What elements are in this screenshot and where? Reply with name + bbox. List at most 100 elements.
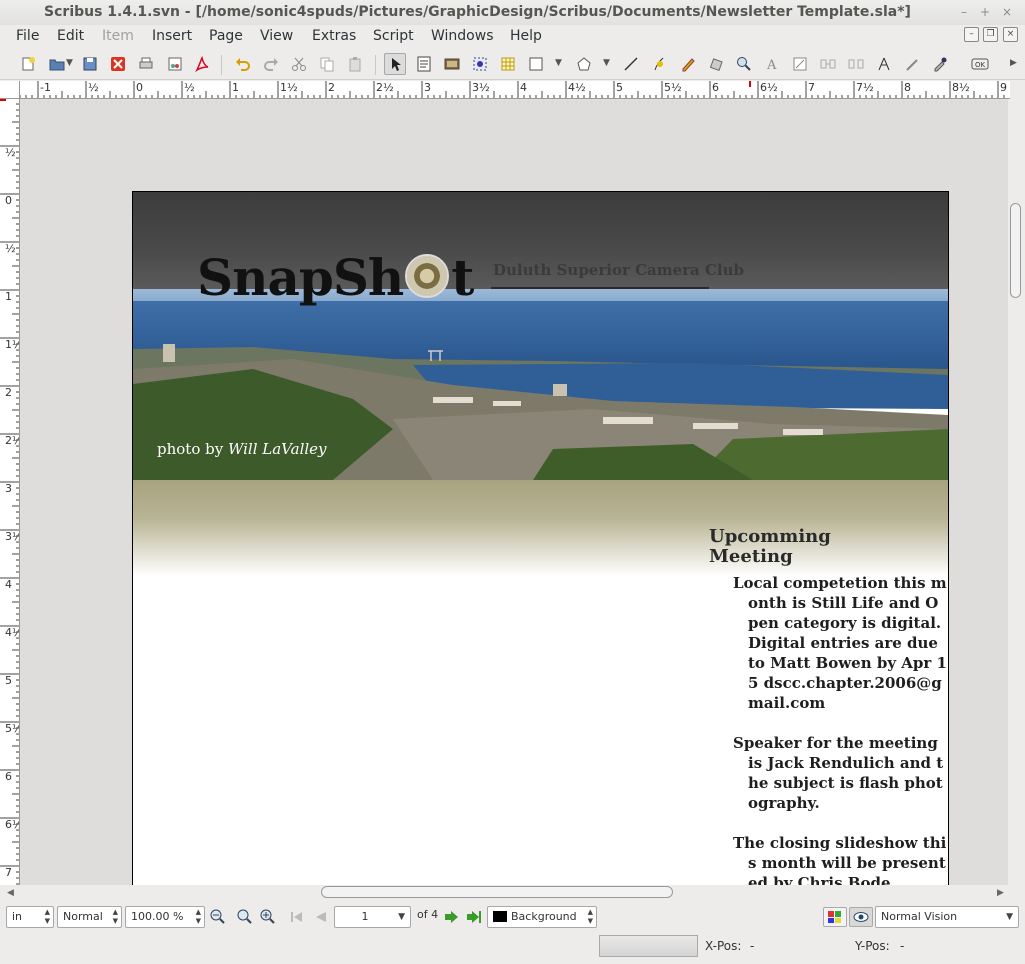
logo-text-start: SnapSh xyxy=(197,248,404,307)
story-editor-icon[interactable] xyxy=(789,53,811,75)
measure-icon[interactable] xyxy=(873,53,895,75)
ruler-label: 4½ xyxy=(5,626,19,639)
zoom-out-icon[interactable] xyxy=(209,907,229,927)
document-canvas[interactable]: SnapSh t Duluth Superior Camera Club phot… xyxy=(20,99,1008,885)
open-document-icon[interactable] xyxy=(46,53,68,75)
newsletter-logo: SnapSh t xyxy=(197,248,474,307)
unlink-frames-icon[interactable] xyxy=(845,53,867,75)
previous-page-icon[interactable] xyxy=(311,907,331,927)
ruler-label: 4 xyxy=(520,81,527,94)
sidebar-text-frame[interactable]: Local competetion this month is Still Li… xyxy=(733,573,948,885)
menu-script[interactable]: Script xyxy=(373,28,414,44)
doc-minimize-icon[interactable]: – xyxy=(964,27,979,42)
vision-mode-value: Normal Vision xyxy=(881,910,958,923)
text-frame-icon[interactable] xyxy=(413,53,435,75)
xpos-label: X-Pos: xyxy=(705,939,742,953)
horizontal-scroll-thumb[interactable] xyxy=(321,886,673,898)
render-frame-icon[interactable] xyxy=(469,53,491,75)
image-frame-icon[interactable] xyxy=(441,53,463,75)
toolbar-more-arrow-icon[interactable]: ▶ xyxy=(1010,58,1017,68)
select-tool-icon[interactable] xyxy=(384,53,406,75)
polygon-icon[interactable] xyxy=(573,53,595,75)
menu-bar: File Edit Item Insert Page View Extras S… xyxy=(0,25,1025,47)
freehand-icon[interactable] xyxy=(677,53,699,75)
sidebar-title[interactable]: Upcomming Meeting xyxy=(709,527,831,567)
link-frames-icon[interactable] xyxy=(817,53,839,75)
ruler-label: ½ xyxy=(5,242,16,255)
export-pdf-icon[interactable] xyxy=(191,53,213,75)
doc-close-icon[interactable]: × xyxy=(1003,27,1018,42)
menu-item[interactable]: Item xyxy=(102,28,134,44)
menu-edit[interactable]: Edit xyxy=(57,28,84,44)
page-number-field[interactable]: 1 ▼ xyxy=(334,906,411,928)
ruler-label: 5½ xyxy=(664,81,682,94)
layer-color-swatch xyxy=(493,911,507,922)
vision-mode-selector[interactable]: Normal Vision ▼ xyxy=(875,906,1019,928)
menu-windows[interactable]: Windows xyxy=(431,28,494,44)
ruler-label: 3 xyxy=(5,482,12,495)
document-page[interactable]: SnapSh t Duluth Superior Camera Club phot… xyxy=(132,191,949,885)
layer-selector[interactable]: Background ▲ ▼ xyxy=(487,906,597,928)
zoom-reset-icon[interactable] xyxy=(235,907,255,927)
preflight-icon[interactable] xyxy=(164,53,186,75)
menu-extras[interactable]: Extras xyxy=(312,28,356,44)
menu-help[interactable]: Help xyxy=(510,28,542,44)
ruler-label: 2½ xyxy=(5,434,19,447)
shape-icon[interactable] xyxy=(525,53,547,75)
line-icon[interactable] xyxy=(620,53,642,75)
menu-page[interactable]: Page xyxy=(209,28,243,44)
ruler-label: 5 xyxy=(5,674,12,687)
unit-selector[interactable]: in ▲ ▼ xyxy=(6,906,54,928)
open-recent-arrow-icon[interactable]: ▼ xyxy=(66,58,73,68)
save-icon[interactable] xyxy=(79,53,101,75)
scroll-right-icon[interactable]: ▶ xyxy=(997,888,1004,898)
ruler-label: 6 xyxy=(712,81,719,94)
zoom-in-icon[interactable] xyxy=(259,907,279,927)
eyedropper-icon[interactable] xyxy=(929,53,951,75)
page-number-value: 1 xyxy=(361,910,369,923)
edit-text-icon[interactable]: A xyxy=(761,53,783,75)
close-document-icon[interactable] xyxy=(107,53,129,75)
preview-quality-value: Normal xyxy=(63,910,103,923)
horizontal-ruler[interactable]: -1 ½ 0 ½ 1 1½ 2 2½ 3 3½ 4 4½ 5 5½ 6 6½ 7 7½ 8 8½ 9 xyxy=(20,81,1010,99)
sidebar-title-line: Meeting xyxy=(709,546,793,567)
vertical-scroll-thumb[interactable] xyxy=(1010,203,1021,298)
pdf-push-button-icon[interactable]: OK xyxy=(969,53,991,75)
table-icon[interactable] xyxy=(497,53,519,75)
last-page-icon[interactable] xyxy=(464,907,484,927)
photo-credit: photo by Will LaValley xyxy=(157,440,327,458)
preview-quality-selector[interactable]: Normal ▲ ▼ xyxy=(57,906,122,928)
doc-restore-icon[interactable]: ❐ xyxy=(983,27,998,42)
copy-icon[interactable] xyxy=(316,53,338,75)
paste-icon[interactable] xyxy=(344,53,366,75)
zoom-field[interactable]: 100.00 % ▲ ▼ xyxy=(125,906,205,928)
redo-icon[interactable] xyxy=(260,53,282,75)
first-page-icon[interactable] xyxy=(287,907,307,927)
cut-icon[interactable] xyxy=(288,53,310,75)
ruler-label: 1 xyxy=(232,81,239,94)
bezier-icon[interactable] xyxy=(649,53,671,75)
minimize-icon[interactable]: – xyxy=(957,5,971,19)
color-management-icon[interactable] xyxy=(823,907,847,927)
shape-menu-arrow-icon[interactable]: ▼ xyxy=(555,58,562,68)
zoom-icon[interactable] xyxy=(733,53,755,75)
polygon-menu-arrow-icon[interactable]: ▼ xyxy=(603,58,610,68)
scroll-left-icon[interactable]: ◀ xyxy=(7,888,14,898)
ruler-label: 7½ xyxy=(856,81,874,94)
ruler-label: ½ xyxy=(184,81,195,94)
preview-mode-icon[interactable] xyxy=(849,907,873,927)
maximize-icon[interactable]: + xyxy=(978,5,992,19)
menu-insert[interactable]: Insert xyxy=(152,28,192,44)
copy-properties-icon[interactable] xyxy=(901,53,923,75)
print-icon[interactable] xyxy=(135,53,157,75)
menu-view[interactable]: View xyxy=(260,28,293,44)
next-page-icon[interactable] xyxy=(441,907,461,927)
ruler-label: 3½ xyxy=(5,530,19,543)
new-document-icon[interactable] xyxy=(17,53,39,75)
menu-file[interactable]: File xyxy=(16,28,39,44)
ruler-label: 0 xyxy=(5,194,12,207)
rotate-icon[interactable] xyxy=(705,53,727,75)
close-icon[interactable]: × xyxy=(1000,5,1014,19)
undo-icon[interactable] xyxy=(232,53,254,75)
vertical-ruler[interactable]: ½ 0 ½ 1 1½ 2 2½ 3 3½ 4 4½ 5 5½ 6 6½ 7 xyxy=(0,99,20,885)
